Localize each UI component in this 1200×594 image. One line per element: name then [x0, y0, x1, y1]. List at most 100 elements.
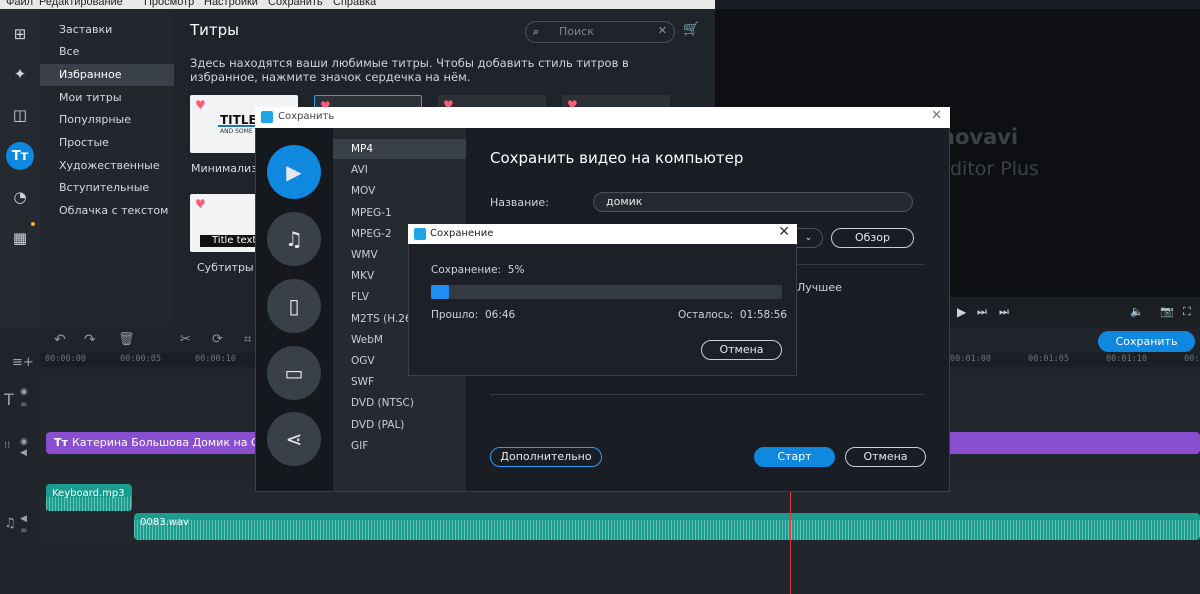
progress-bar: [431, 285, 782, 299]
save-dialog-titlebar: Сохранить ✕: [255, 107, 950, 128]
audio-clip-label: 0083.wav: [140, 517, 189, 528]
heart-icon[interactable]: ♥: [195, 98, 206, 112]
ruler-tick: 00:01:00: [950, 354, 991, 364]
undo-icon[interactable]: ↶: [54, 332, 66, 348]
eye-icon[interactable]: ◉: [20, 387, 28, 397]
volume-icon[interactable]: 🔈: [1130, 305, 1144, 318]
menu-view[interactable]: Просмотр: [144, 0, 194, 8]
eye-icon[interactable]: ◉: [20, 437, 28, 447]
menu-save[interactable]: Сохранить: [268, 0, 323, 8]
elapsed-label: Прошло:: [431, 309, 479, 321]
chevron-down-icon[interactable]: ⌄: [795, 228, 823, 248]
menu-help[interactable]: Справка: [333, 0, 376, 8]
format-item[interactable]: MPEG-1: [333, 203, 466, 223]
start-button[interactable]: Старт: [754, 447, 835, 467]
playhead[interactable]: [790, 480, 791, 594]
titles-icon[interactable]: Tт: [6, 142, 34, 170]
next-frame-icon[interactable]: ⏭: [977, 305, 987, 319]
divider: [490, 394, 925, 395]
close-icon[interactable]: ✕: [778, 224, 790, 240]
ruler-tick: 00:01:15: [1184, 354, 1200, 364]
category-all[interactable]: Все: [40, 41, 174, 63]
audio-file-icon[interactable]: ♫: [267, 212, 321, 266]
ruler-tick: 00:00:00: [45, 354, 86, 364]
share-icon[interactable]: ⋖: [267, 412, 321, 466]
next-clip-icon[interactable]: ⏭: [999, 305, 1009, 319]
category-favorites[interactable]: Избранное: [40, 64, 174, 86]
volume-icon[interactable]: ◀: [20, 514, 27, 524]
redo-icon[interactable]: ↷: [84, 332, 96, 348]
panel-title: Титры: [190, 21, 240, 39]
delete-icon[interactable]: 🗑: [118, 332, 135, 347]
crop-icon[interactable]: ⌗: [244, 332, 251, 347]
category-opening[interactable]: Вступительные: [40, 177, 174, 199]
category-simple[interactable]: Простые: [40, 132, 174, 154]
format-item[interactable]: DVD (PAL): [333, 415, 466, 435]
name-label: Название:: [490, 196, 549, 209]
thumb-subtitle-text: Title text: [212, 235, 257, 246]
search-input[interactable]: Поиск: [559, 25, 594, 38]
menu-edit[interactable]: Редактирование: [39, 0, 123, 8]
browse-button[interactable]: Обзор: [831, 228, 914, 248]
remaining-label: Осталось:: [678, 309, 734, 321]
cancel-button[interactable]: Отмена: [845, 447, 926, 467]
category-my-titles[interactable]: Мои титры: [40, 87, 174, 109]
ruler-tick: 00:00:05: [120, 354, 161, 364]
menu-settings[interactable]: Настройки: [204, 0, 258, 8]
cart-icon[interactable]: 🛒: [683, 22, 699, 37]
import-icon[interactable]: ⊞: [6, 20, 34, 48]
menu-file[interactable]: Файл: [6, 0, 33, 8]
link-icon[interactable]: ∞: [20, 400, 28, 410]
ruler-tick: 00:01:10: [1106, 354, 1147, 364]
category-speech-bubbles[interactable]: Облачка с текстом: [40, 200, 174, 222]
filters-icon[interactable]: ✦: [6, 60, 34, 88]
search-box[interactable]: ⌕ Поиск ✕: [525, 21, 675, 43]
add-track-icon[interactable]: ≡+: [12, 355, 34, 370]
play-icon[interactable]: ▶: [957, 305, 966, 319]
title-clip-icon: Tт: [54, 436, 68, 449]
more-tools-icon[interactable]: ▦: [6, 224, 34, 252]
saving-status: Сохранение: 5%: [431, 264, 524, 276]
category-intros[interactable]: Заставки: [40, 19, 174, 41]
fullscreen-icon[interactable]: ⛶: [1183, 305, 1191, 319]
progress-dialog-titlebar: Сохранение ✕: [408, 224, 797, 244]
format-item[interactable]: DVD (NTSC): [333, 393, 466, 413]
tv-icon[interactable]: ▭: [267, 346, 321, 400]
category-popular[interactable]: Популярные: [40, 109, 174, 131]
text-track-icon: T: [4, 390, 14, 409]
ruler-tick: 00:00:10: [195, 354, 236, 364]
quality-value: Лучшее: [797, 281, 842, 294]
volume-icon[interactable]: ◀: [20, 448, 27, 458]
snapshot-icon[interactable]: 📷: [1160, 305, 1174, 318]
format-item[interactable]: AVI: [333, 160, 466, 180]
devices-icon[interactable]: ▯: [267, 279, 321, 333]
save-dialog-title: Сохранить: [278, 111, 335, 122]
name-field[interactable]: домик: [593, 192, 913, 212]
panel-description: Здесь находятся ваши любимые титры. Чтоб…: [190, 56, 629, 84]
link-icon[interactable]: ∞: [20, 526, 28, 536]
format-item[interactable]: MP4: [333, 139, 466, 159]
audio-clip-keyboard[interactable]: Keyboard.mp3: [46, 484, 132, 511]
stickers-icon[interactable]: ◔: [6, 183, 34, 211]
save-button[interactable]: Сохранить: [1098, 331, 1195, 352]
category-artistic[interactable]: Художественные: [40, 155, 174, 177]
video-file-icon[interactable]: ▶: [267, 145, 321, 199]
cut-icon[interactable]: ✂: [180, 332, 191, 347]
app-icon: [414, 228, 426, 240]
advanced-button[interactable]: Дополнительно: [490, 447, 602, 467]
clear-icon[interactable]: ✕: [658, 24, 667, 37]
rotate-icon[interactable]: ⟳: [212, 332, 223, 347]
format-item[interactable]: MOV: [333, 181, 466, 201]
music-track-icon: ♫: [4, 516, 16, 531]
video-track-icon: ⁝⁝: [4, 440, 11, 451]
progress-dialog-title: Сохранение: [430, 228, 494, 239]
close-icon[interactable]: ✕: [931, 108, 942, 123]
export-type-sidebar: ▶ ♫ ▯ ▭ ⋖: [256, 128, 333, 491]
progress-cancel-button[interactable]: Отмена: [701, 340, 782, 360]
format-item[interactable]: GIF: [333, 436, 466, 456]
audio-clip-wav[interactable]: 0083.wav: [134, 513, 1200, 540]
heart-icon[interactable]: ♥: [195, 197, 206, 211]
transitions-icon[interactable]: ◫: [6, 101, 34, 129]
progress-fill: [431, 285, 449, 299]
left-toolbar: ⊞ ✦ ◫ Tт ◔ ▦: [0, 9, 40, 327]
